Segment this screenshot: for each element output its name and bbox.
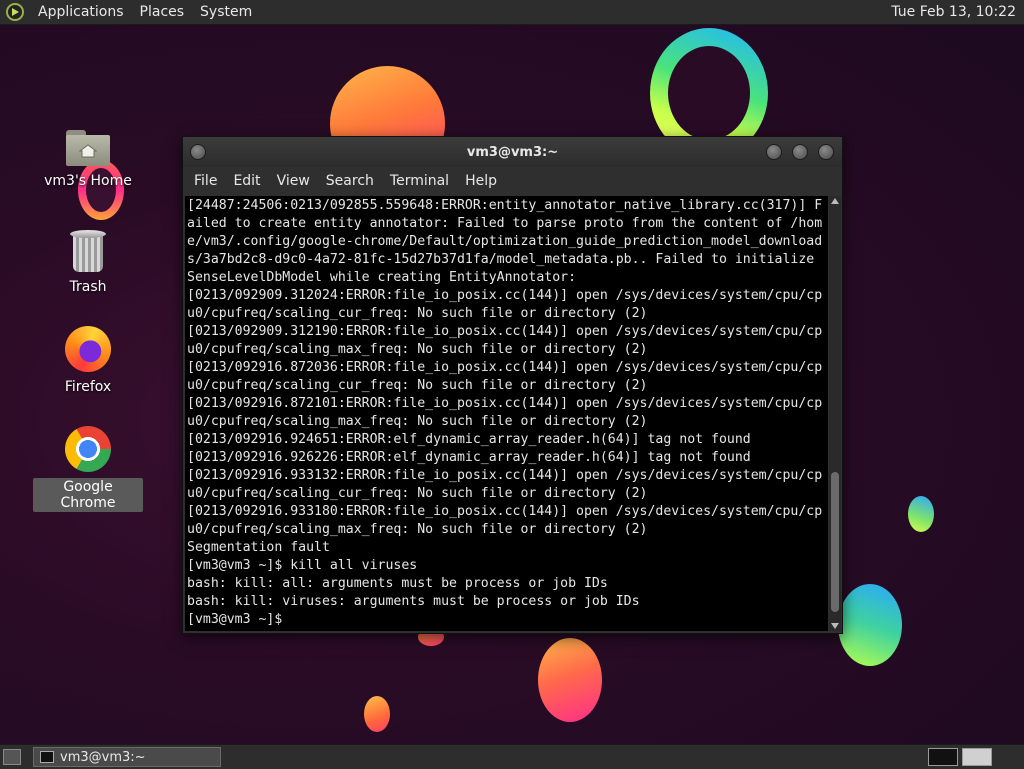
desktop-icon-home[interactable]: vm3's Home: [33, 130, 143, 190]
desktop-icon-label: Google Chrome: [33, 478, 143, 512]
scroll-thumb[interactable]: [831, 472, 839, 612]
terminal-icon: [40, 751, 54, 763]
menu-help[interactable]: Help: [457, 173, 505, 189]
scroll-down-icon[interactable]: [831, 623, 839, 629]
terminal-menubar: File Edit View Search Terminal Help: [183, 167, 842, 195]
top-panel: Applications Places System Tue Feb 13, 1…: [0, 0, 1024, 25]
taskbar-window-label: vm3@vm3:~: [60, 749, 146, 765]
desktop-icon-label: Trash: [69, 279, 107, 295]
menu-places[interactable]: Places: [132, 0, 193, 24]
desktop-icon-firefox[interactable]: Firefox: [33, 326, 143, 396]
home-folder-icon: [66, 130, 110, 166]
terminal-window[interactable]: vm3@vm3:~ File Edit View Search Terminal…: [182, 136, 843, 634]
desktop-icon-trash[interactable]: Trash: [33, 230, 143, 296]
maximize-icon[interactable]: [792, 144, 808, 160]
wallpaper-blue-blob: [838, 584, 902, 666]
desktop-icon-label: Firefox: [64, 379, 112, 395]
distro-logo-icon[interactable]: [6, 3, 24, 21]
chrome-icon: [65, 426, 111, 472]
desktop-icon-label: vm3's Home: [44, 173, 132, 189]
firefox-icon: [65, 326, 111, 372]
title-bar[interactable]: vm3@vm3:~: [183, 137, 842, 167]
menu-system[interactable]: System: [192, 0, 260, 24]
taskbar-window-button[interactable]: vm3@vm3:~: [33, 747, 221, 767]
window-title: vm3@vm3:~: [466, 145, 559, 160]
desktop-icon-chrome[interactable]: Google Chrome: [33, 426, 143, 512]
scroll-up-icon[interactable]: [831, 198, 839, 204]
minimize-icon[interactable]: [766, 144, 782, 160]
workspace-switcher: [928, 748, 996, 766]
menu-search[interactable]: Search: [318, 173, 382, 189]
menu-applications[interactable]: Applications: [30, 0, 132, 24]
clock[interactable]: Tue Feb 13, 10:22: [891, 4, 1024, 20]
menu-file[interactable]: File: [186, 173, 225, 189]
terminal-output[interactable]: [24487:24506:0213/092855.559648:ERROR:en…: [185, 196, 828, 631]
menu-edit[interactable]: Edit: [225, 173, 268, 189]
workspace-1[interactable]: [928, 748, 958, 766]
menu-view[interactable]: View: [269, 173, 318, 189]
trash-icon: [70, 230, 106, 272]
bottom-panel: vm3@vm3:~: [0, 744, 1024, 769]
terminal-scrollbar[interactable]: [829, 196, 841, 631]
wallpaper-orange-blob-2: [538, 638, 602, 722]
wallpaper-blue-blob-2: [908, 496, 934, 532]
terminal-text[interactable]: [24487:24506:0213/092855.559648:ERROR:en…: [185, 196, 828, 629]
show-desktop-icon[interactable]: [3, 749, 21, 765]
menu-terminal[interactable]: Terminal: [382, 173, 457, 189]
wallpaper-orange-blob-3: [364, 696, 390, 732]
workspace-2[interactable]: [962, 748, 992, 766]
close-icon[interactable]: [818, 144, 834, 160]
